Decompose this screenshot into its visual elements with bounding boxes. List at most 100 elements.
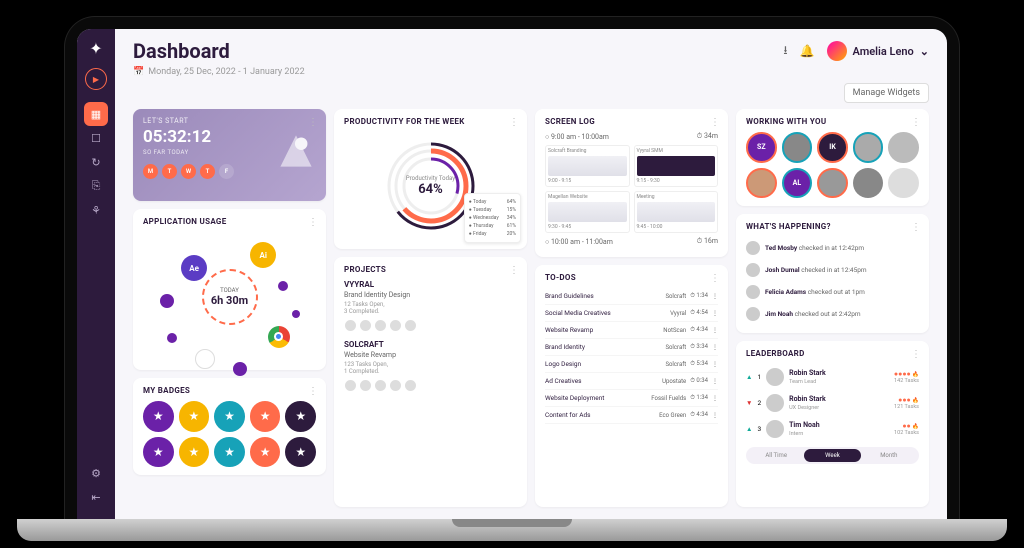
nav-export[interactable]: ⎘ [84, 174, 108, 198]
bell-icon[interactable]: 🔔 [800, 44, 815, 58]
time-slot[interactable]: ○ 9:00 am - 10:00am⏱ 34m [545, 132, 718, 141]
laptop-base [17, 519, 1007, 541]
usage-today: TODAY 6h 30m [202, 269, 258, 325]
page-title: Dashboard [133, 39, 230, 63]
card-menu-icon[interactable]: ⋮ [509, 117, 519, 128]
badge-icon[interactable]: ★ [179, 401, 210, 432]
day-pill[interactable]: M [143, 164, 158, 179]
badge-icon[interactable]: ★ [143, 437, 174, 468]
record-button[interactable]: ▶ [85, 68, 107, 90]
todo-row[interactable]: Website RevampNotScan⏱ 4:34⋮ [545, 322, 718, 339]
productivity-card: ⋮ PRODUCTIVITY FOR THE WEEK Productivity… [334, 109, 527, 249]
app-bubble[interactable] [268, 326, 290, 348]
card-menu-icon[interactable]: ⋮ [308, 386, 318, 397]
day-pill[interactable]: T [162, 164, 177, 179]
main-area: Dashboard ⭳ 🔔 Amelia Leno ⌄ 📅 Monday, 25… [115, 29, 947, 519]
app-logo-icon: ✦ [89, 39, 102, 58]
todo-row[interactable]: Brand IdentitySolcraft⏱ 3:34⋮ [545, 339, 718, 356]
screen: ✦ ▶ ▦☐↻⎘⚘ ⚙⇤ Dashboard ⭳ 🔔 Amelia Leno ⌄… [77, 29, 947, 519]
illustration-icon [270, 125, 322, 177]
coworker-avatar[interactable] [746, 168, 777, 199]
nav-tasks[interactable]: ☐ [84, 126, 108, 150]
day-pill[interactable]: W [181, 164, 196, 179]
time-slot[interactable]: ○ 10:00 am - 11:00am⏱ 16m [545, 237, 718, 246]
user-menu[interactable]: Amelia Leno ⌄ [827, 41, 930, 61]
app-usage-card: ⋮ APPLICATION USAGE TODAY 6h 30m AeAi⌘ [133, 209, 326, 370]
todo-row[interactable]: Ad CreativesUpostate⏱ 0:34⋮ [545, 373, 718, 390]
app-bubble[interactable]: ⌘ [195, 349, 215, 369]
screenshot-thumb[interactable]: Vyyral SMM9:15 - 9:30 [634, 145, 719, 187]
badges-card: ⋮ MY BADGES ★★★★★★★★★★ [133, 378, 326, 475]
leaderboard-row[interactable]: ▲3Tim NoahIntern●● 🔥102 Tasks [746, 416, 919, 442]
leaderboard-tab[interactable]: Week [804, 449, 860, 462]
app-bubble[interactable]: Ai [250, 242, 276, 268]
coworker-avatar[interactable]: AL [782, 168, 813, 199]
leaderboard-card: ⋮ LEADERBOARD ▲1Robin StarkTeam Lead●●●●… [736, 341, 929, 507]
badge-icon[interactable]: ★ [214, 437, 245, 468]
todo-row[interactable]: Brand GuidelinesSolcraft⏱ 1:34⋮ [545, 288, 718, 305]
leaderboard-row[interactable]: ▼2Robin StarkUX Designer●●● 🔥121 Tasks [746, 390, 919, 416]
day-pill[interactable]: T [200, 164, 215, 179]
app-bubble[interactable] [292, 310, 300, 318]
app-bubble[interactable] [160, 294, 174, 308]
avatar [827, 41, 847, 61]
coworker-avatar[interactable]: IK [817, 132, 848, 163]
badge-icon[interactable]: ★ [179, 437, 210, 468]
app-bubble[interactable] [233, 362, 247, 376]
project-item[interactable]: VYYRALBrand Identity Design12 Tasks Open… [344, 280, 517, 332]
working-card: ⋮ WORKING WITH YOU SZIKAL [736, 109, 929, 206]
screenshot-thumb[interactable]: Solcraft Branding9:00 - 9:15 [545, 145, 630, 187]
todo-row[interactable]: Content for AdsEco Green⏱ 4:34⋮ [545, 407, 718, 424]
topbar: Dashboard ⭳ 🔔 Amelia Leno ⌄ [115, 29, 947, 67]
card-menu-icon[interactable]: ⋮ [911, 222, 921, 233]
chevron-down-icon: ⌄ [920, 45, 929, 58]
leaderboard-tab[interactable]: All Time [748, 449, 804, 462]
card-menu-icon[interactable]: ⋮ [710, 117, 720, 128]
todo-row[interactable]: Social Media CreativesVyyral⏱ 4:54⋮ [545, 305, 718, 322]
coworker-avatar[interactable] [817, 168, 848, 199]
leaderboard-row[interactable]: ▲1Robin StarkTeam Lead●●●● 🔥142 Tasks [746, 364, 919, 390]
nav-dashboard[interactable]: ▦ [84, 102, 108, 126]
productivity-legend: ● Today64%● Tuesday15%● Wednesday34%● Th… [464, 193, 521, 243]
coworker-avatar[interactable] [782, 132, 813, 163]
nav-logout[interactable]: ⇤ [84, 485, 108, 509]
app-bubble[interactable]: Ae [181, 255, 207, 281]
activity-row: Josh Dumal checked in at 12:45pm [746, 259, 919, 281]
card-menu-icon[interactable]: ⋮ [509, 265, 519, 276]
coworker-avatar[interactable] [888, 132, 919, 163]
badge-icon[interactable]: ★ [250, 437, 281, 468]
todo-row[interactable]: Logo DesignSolcraft⏱ 5:34⋮ [545, 356, 718, 373]
screenshot-thumb[interactable]: Magellan Website9:30 - 9:45 [545, 191, 630, 233]
todos-card: ⋮ TO-DOS Brand GuidelinesSolcraft⏱ 1:34⋮… [535, 265, 728, 507]
screenlog-card: ⋮ SCREEN LOG ○ 9:00 am - 10:00am⏱ 34mSol… [535, 109, 728, 257]
card-menu-icon[interactable]: ⋮ [710, 273, 720, 284]
card-menu-icon[interactable]: ⋮ [911, 349, 921, 360]
coworker-avatar[interactable] [888, 168, 919, 199]
card-menu-icon[interactable]: ⋮ [308, 217, 318, 228]
app-bubble[interactable] [167, 333, 177, 343]
nav-settings[interactable]: ⚙ [84, 461, 108, 485]
badge-icon[interactable]: ★ [285, 401, 316, 432]
todo-row[interactable]: Website DeploymentFossil Fuelds⏱ 1:34⋮ [545, 390, 718, 407]
manage-widgets-button[interactable]: Manage Widgets [844, 83, 929, 103]
coworker-avatar[interactable]: SZ [746, 132, 777, 163]
coworker-avatar[interactable] [853, 168, 884, 199]
download-icon[interactable]: ⭳ [783, 41, 787, 62]
screenshot-thumb[interactable]: Meeting9:45 - 10:00 [634, 191, 719, 233]
project-item[interactable]: SOLCRAFTWebsite Revamp123 Tasks Open,1 C… [344, 340, 517, 392]
nav-team[interactable]: ⚘ [84, 198, 108, 222]
badge-icon[interactable]: ★ [250, 401, 281, 432]
badge-icon[interactable]: ★ [214, 401, 245, 432]
nav-refresh[interactable]: ↻ [84, 150, 108, 174]
laptop-frame: ✦ ▶ ▦☐↻⎘⚘ ⚙⇤ Dashboard ⭳ 🔔 Amelia Leno ⌄… [77, 29, 947, 519]
happening-card: ⋮ WHAT'S HAPPENING? Ted Mosby checked in… [736, 214, 929, 333]
leaderboard-tab[interactable]: Month [861, 449, 917, 462]
card-menu-icon[interactable]: ⋮ [911, 117, 921, 128]
badge-icon[interactable]: ★ [285, 437, 316, 468]
app-bubble[interactable] [278, 281, 288, 291]
lets-start-card: ⋮ LET'S START 05:32:12 SO FAR TODAY MTWT… [133, 109, 326, 201]
day-pill[interactable]: F [219, 164, 234, 179]
badge-icon[interactable]: ★ [143, 401, 174, 432]
side-rail: ✦ ▶ ▦☐↻⎘⚘ ⚙⇤ [77, 29, 115, 519]
coworker-avatar[interactable] [853, 132, 884, 163]
